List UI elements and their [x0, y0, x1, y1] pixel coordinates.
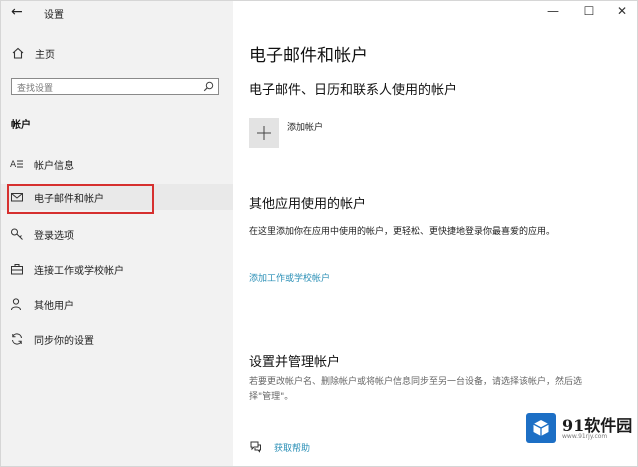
watermark-logo-icon — [526, 413, 556, 443]
get-help-link[interactable]: 获取帮助 — [249, 439, 369, 455]
search-placeholder: 查找设置 — [17, 84, 54, 94]
get-help-label: 获取帮助 — [274, 444, 311, 454]
sidebar-item-other-users[interactable]: 其他用户 — [1, 291, 233, 317]
sidebar-item-label: 电子邮件和帐户 — [34, 194, 104, 205]
home-icon — [12, 47, 24, 59]
section-title-manage-accounts: 设置并管理帐户 — [249, 355, 341, 370]
home-nav[interactable]: 主页 — [1, 43, 233, 63]
sidebar: ← 设置 主页 查找设置 帐户 A 帐户信息 电子邮件和帐户 登录选项 连接工作… — [1, 1, 233, 466]
sync-icon — [12, 333, 22, 345]
home-label: 主页 — [35, 50, 55, 61]
briefcase-icon — [11, 264, 23, 275]
sidebar-item-label: 帐户信息 — [34, 161, 74, 172]
add-account-label[interactable]: 添加帐户 — [287, 120, 323, 133]
section-heading: 帐户 — [11, 120, 31, 131]
sidebar-item-email-accounts[interactable]: 电子邮件和帐户 — [1, 184, 233, 214]
sidebar-item-sync-settings[interactable]: 同步你的设置 — [1, 326, 233, 352]
settings-window: ← 设置 主页 查找设置 帐户 A 帐户信息 电子邮件和帐户 登录选项 连接工作… — [0, 0, 638, 467]
watermark: 91软件园 www.91rjy.com — [526, 413, 634, 443]
sidebar-item-work-school[interactable]: 连接工作或学校帐户 — [1, 256, 233, 282]
sidebar-item-sign-in-options[interactable]: 登录选项 — [1, 221, 233, 247]
section-description: 若要更改帐户名、删除帐户或将帐户信息同步至另一台设备，请选择该帐户，然后选择"管… — [249, 377, 583, 402]
search-icon — [203, 81, 214, 92]
cube-icon — [533, 420, 549, 436]
sidebar-item-label: 同步你的设置 — [34, 336, 94, 347]
add-work-school-link[interactable]: 添加工作或学校帐户 — [249, 271, 330, 284]
account-info-icon: A — [10, 160, 23, 170]
person-icon — [11, 298, 21, 311]
page-title: 电子邮件和帐户 — [249, 46, 368, 66]
mail-icon — [11, 193, 23, 202]
plus-icon — [257, 126, 271, 140]
maximize-button[interactable]: ☐ — [575, 4, 603, 18]
watermark-url: www.91rjy.com — [562, 433, 608, 440]
section-title-other-apps: 其他应用使用的帐户 — [249, 197, 367, 212]
sidebar-item-account-info[interactable]: A 帐户信息 — [1, 151, 233, 177]
search-input[interactable]: 查找设置 — [11, 78, 219, 95]
sidebar-item-label: 登录选项 — [34, 231, 74, 242]
sidebar-item-label: 其他用户 — [34, 301, 74, 312]
key-icon — [11, 228, 23, 240]
section-title-email-calendar: 电子邮件、日历和联系人使用的帐户 — [249, 83, 458, 98]
minimize-button[interactable]: — — [539, 4, 567, 18]
main-content: — ☐ ✕ 电子邮件和帐户 电子邮件、日历和联系人使用的帐户 添加帐户 其他应用… — [233, 1, 637, 466]
back-arrow-icon[interactable]: ← — [11, 4, 23, 20]
window-title: 设置 — [44, 10, 64, 21]
sidebar-item-label: 连接工作或学校帐户 — [34, 266, 124, 277]
help-chat-icon — [250, 441, 261, 453]
svg-text:A: A — [10, 160, 17, 170]
add-account-button[interactable] — [249, 118, 279, 148]
close-button[interactable]: ✕ — [608, 4, 636, 18]
title-bar: ← 设置 — [1, 1, 233, 23]
section-description: 在这里添加你在应用中使用的帐户，更轻松、更快捷地登录你最喜爱的应用。 — [249, 227, 556, 237]
